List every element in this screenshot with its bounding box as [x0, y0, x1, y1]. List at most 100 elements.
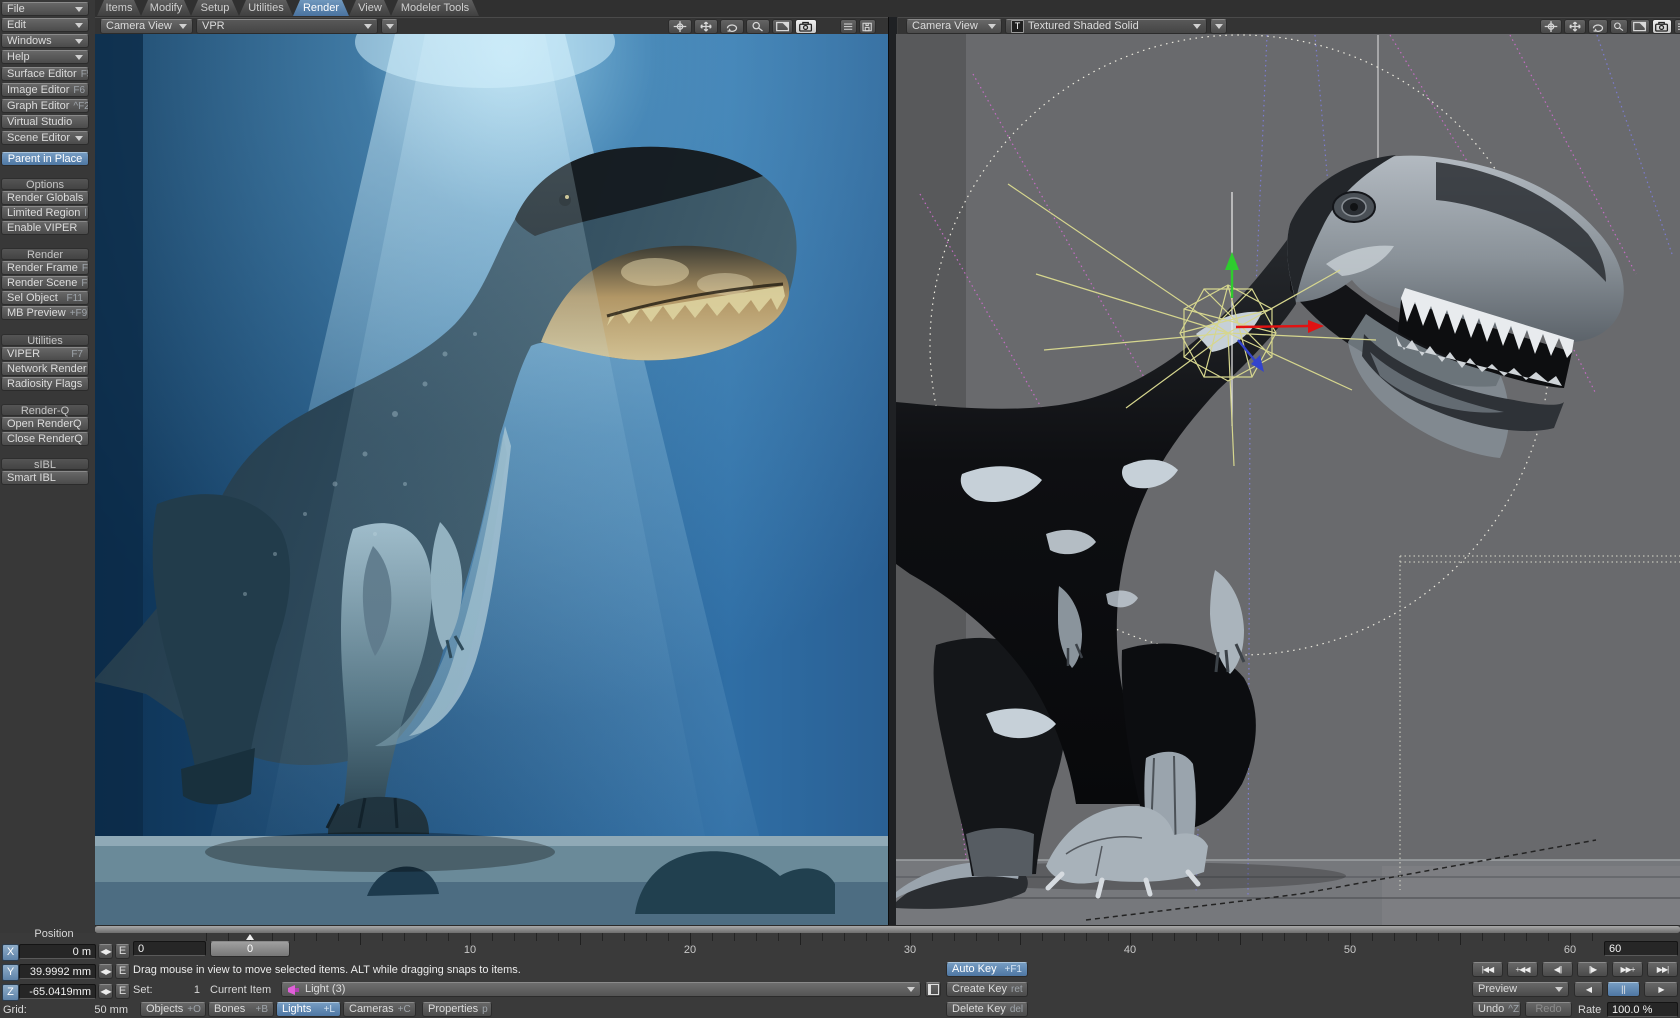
smart-ibl-button[interactable]: Smart IBL	[1, 471, 89, 485]
z-stepper[interactable]: ◀▶	[98, 984, 113, 999]
mb-preview-button[interactable]: MB Preview+F9	[1, 306, 89, 320]
end-frame-field[interactable]: 60	[1604, 941, 1678, 956]
viewport-right-shaded[interactable]	[896, 34, 1680, 925]
item-panel-button[interactable]	[925, 982, 941, 997]
render-globals-button[interactable]: Render Globals	[1, 191, 89, 205]
auto-key-button[interactable]: Auto Key+F1	[946, 962, 1028, 977]
delete-key-button[interactable]: Delete Keydel	[946, 1002, 1028, 1017]
left-render-mode-dropdown[interactable]: VPR	[196, 19, 378, 34]
previous-keyframe-button[interactable]: +◀◀	[1507, 962, 1538, 977]
network-render-button[interactable]: Network Render	[1, 362, 89, 376]
go-to-end-button[interactable]: ▶▶|	[1647, 962, 1678, 977]
options-section-header: Options	[1, 178, 89, 190]
y-envelope-button[interactable]: E	[115, 964, 130, 979]
zoom-view-icon[interactable]	[1610, 19, 1628, 34]
sel-object-button[interactable]: Sel ObjectF11	[1, 291, 89, 305]
tab-view[interactable]: View	[349, 0, 391, 16]
parent-in-place-button[interactable]: Parent in Place	[1, 152, 89, 166]
step-forward-button[interactable]: ||▶	[1577, 962, 1608, 977]
chevron-down-icon	[988, 24, 996, 29]
menu-windows[interactable]: Windows	[1, 34, 89, 48]
enable-viper-button[interactable]: Enable VIPER	[1, 221, 89, 235]
create-key-button[interactable]: Create Keyret	[946, 982, 1028, 997]
lights-mode-button[interactable]: Lights+L	[276, 1002, 341, 1017]
texture-mode-icon: T	[1011, 20, 1024, 33]
tab-modeler-tools[interactable]: Modeler Tools	[391, 0, 479, 16]
cameras-mode-button[interactable]: Cameras+C	[343, 1002, 416, 1017]
virtual-studio-button[interactable]: Virtual Studio	[1, 115, 89, 129]
rate-field[interactable]: 100.0 %	[1607, 1002, 1678, 1017]
camera-icon[interactable]	[1652, 19, 1672, 34]
limited-region-button[interactable]: Limited Regionl	[1, 206, 89, 220]
center-item-icon[interactable]	[668, 19, 692, 34]
x-axis-badge[interactable]: X	[2, 944, 19, 961]
maximize-viewport-icon[interactable]	[1630, 19, 1650, 34]
list-icon[interactable]	[1674, 19, 1680, 34]
scene-editor-button[interactable]: Scene Editor	[1, 131, 89, 145]
viewport-left-vpr[interactable]	[95, 34, 888, 925]
x-envelope-button[interactable]: E	[115, 944, 130, 959]
graph-editor-button[interactable]: Graph Editor^F2	[1, 99, 89, 113]
tab-setup[interactable]: Setup	[191, 0, 239, 16]
step-back-button[interactable]: ◀||	[1542, 962, 1573, 977]
zoom-view-icon[interactable]	[746, 19, 770, 34]
preview-dropdown[interactable]: Preview	[1472, 982, 1569, 997]
bones-mode-button[interactable]: Bones+B	[208, 1002, 274, 1017]
z-position-field[interactable]: -65.0419mm	[19, 984, 96, 999]
x-stepper[interactable]: ◀▶	[98, 944, 113, 959]
menu-help[interactable]: Help	[1, 50, 89, 64]
render-scene-button[interactable]: Render SceneF10	[1, 276, 89, 290]
set-value[interactable]: 1	[160, 984, 200, 996]
vpr-underwater-trex-render	[95, 34, 888, 925]
play-reverse-button[interactable]: ◀	[1574, 982, 1603, 997]
tick-20: 20	[684, 944, 696, 956]
viper-button[interactable]: VIPERF7	[1, 347, 89, 361]
menu-edit[interactable]: Edit	[1, 18, 89, 32]
go-to-start-button[interactable]: |◀◀	[1472, 962, 1503, 977]
frame-slider-handle[interactable]: 0	[210, 941, 290, 957]
open-renderq-button[interactable]: Open RenderQ	[1, 417, 89, 431]
left-viewport-menu-button[interactable]	[381, 19, 398, 34]
camera-icon[interactable]	[795, 19, 817, 34]
surface-editor-button[interactable]: Surface EditorF5	[1, 67, 89, 81]
z-axis-badge[interactable]: Z	[2, 984, 19, 1001]
x-position-field[interactable]: 0 m	[19, 944, 96, 959]
current-frame-field[interactable]: 0	[133, 941, 206, 956]
pan-view-icon[interactable]	[694, 19, 718, 34]
radiosity-flags-button[interactable]: Radiosity Flags	[1, 377, 89, 391]
close-renderq-button[interactable]: Close RenderQ	[1, 432, 89, 446]
tab-render[interactable]: Render	[293, 0, 349, 16]
render-frame-button[interactable]: Render FrameF9	[1, 261, 89, 275]
right-view-mode-dropdown[interactable]: Camera View	[906, 19, 1002, 34]
menu-file[interactable]: File	[1, 2, 89, 16]
center-item-icon[interactable]	[1540, 19, 1562, 34]
image-editor-button[interactable]: Image EditorF6	[1, 83, 89, 97]
tab-items[interactable]: Items	[97, 0, 141, 16]
y-position-field[interactable]: 39.9992 mm	[19, 964, 96, 979]
properties-button[interactable]: Propertiesp	[422, 1002, 492, 1017]
play-button[interactable]: ▶	[1644, 982, 1678, 997]
rotate-view-icon[interactable]	[720, 19, 744, 34]
tab-modify[interactable]: Modify	[141, 0, 191, 16]
pause-button[interactable]: ||	[1607, 982, 1640, 997]
objects-mode-button[interactable]: Objects+O	[140, 1002, 206, 1017]
z-envelope-button[interactable]: E	[115, 984, 130, 999]
y-axis-badge[interactable]: Y	[2, 964, 19, 981]
left-view-mode-dropdown[interactable]: Camera View	[100, 19, 193, 34]
right-render-mode-dropdown[interactable]: T Textured Shaded Solid	[1005, 19, 1207, 34]
undo-button[interactable]: Undo^Z	[1472, 1002, 1521, 1017]
tab-utilities[interactable]: Utilities	[239, 0, 293, 16]
right-viewport-menu-button[interactable]	[1210, 19, 1227, 34]
tick-50: 50	[1344, 944, 1356, 956]
list-icon[interactable]	[840, 19, 857, 34]
y-stepper[interactable]: ◀▶	[98, 964, 113, 979]
next-keyframe-button[interactable]: ▶▶+	[1612, 962, 1643, 977]
rotate-view-icon[interactable]	[1588, 19, 1608, 34]
pan-view-icon[interactable]	[1564, 19, 1586, 34]
maximize-viewport-icon[interactable]	[772, 19, 793, 34]
x-axis-handle[interactable]	[1236, 326, 1308, 327]
current-item-dropdown[interactable]: Light (3)	[281, 982, 921, 997]
save-view-icon[interactable]	[859, 19, 876, 34]
lightwave-layout-window: File Edit Windows Help Surface EditorF5 …	[0, 0, 1680, 1018]
redo-button[interactable]: Redo	[1525, 1002, 1572, 1017]
